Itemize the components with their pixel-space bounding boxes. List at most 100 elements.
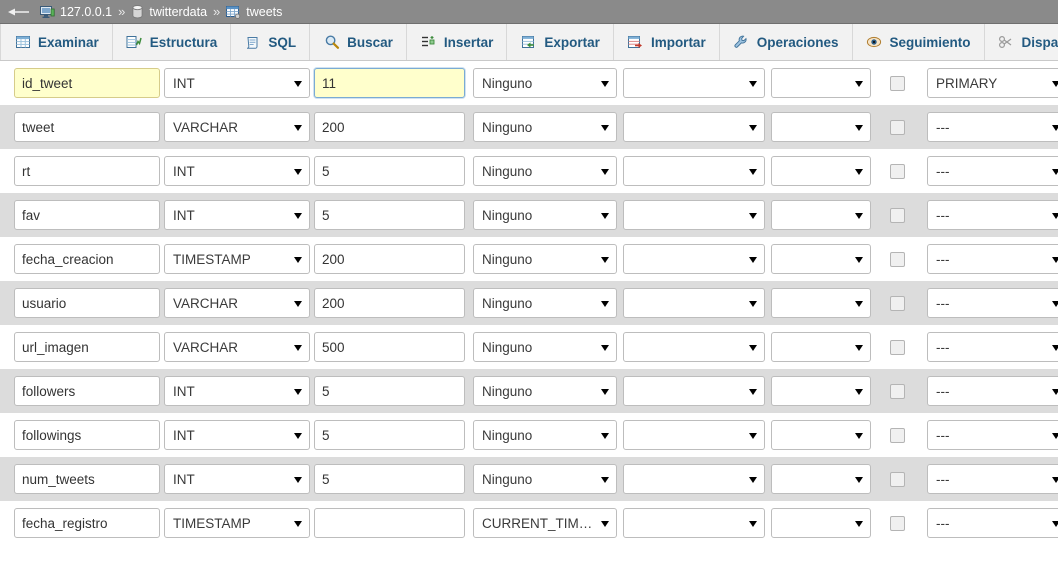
column-collation-select[interactable] [623,464,765,494]
column-null-checkbox[interactable] [889,207,905,223]
column-index-select[interactable]: --- [927,156,1058,186]
column-index-select[interactable]: --- [927,200,1058,230]
column-length-input[interactable] [314,508,465,538]
column-collation-select[interactable] [623,332,765,362]
column-name-input[interactable] [14,508,160,538]
column-default-select[interactable]: Ninguno [473,376,617,406]
column-index-select[interactable]: --- [927,332,1058,362]
column-null-checkbox[interactable] [889,119,905,135]
column-default-select[interactable]: Ninguno [473,288,617,318]
column-attributes-select[interactable] [771,420,871,450]
column-type-select[interactable]: INT [164,420,310,450]
column-attributes-select[interactable] [771,112,871,142]
column-length-input[interactable] [314,332,465,362]
column-length-input[interactable] [314,200,465,230]
column-collation-select[interactable] [623,420,765,450]
column-name-input[interactable] [14,376,160,406]
back-arrow-icon[interactable] [6,4,32,20]
column-length-input[interactable] [314,376,465,406]
column-collation-select[interactable] [623,288,765,318]
column-type-select[interactable]: VARCHAR [164,288,310,318]
column-null-checkbox[interactable] [889,471,905,487]
column-null-checkbox[interactable] [889,75,905,91]
column-name-input[interactable] [14,112,160,142]
column-null-checkbox[interactable] [889,295,905,311]
tab-estructura[interactable]: Estructura [112,24,232,60]
column-type-select[interactable]: INT [164,464,310,494]
column-index-select[interactable]: --- [927,508,1058,538]
column-attributes-select[interactable] [771,508,871,538]
column-length-input[interactable] [314,288,465,318]
column-default-select[interactable]: Ninguno [473,332,617,362]
tab-buscar[interactable]: Buscar [310,24,407,60]
column-index-select[interactable]: --- [927,376,1058,406]
column-length-input[interactable] [314,112,465,142]
column-null-checkbox[interactable] [889,339,905,355]
column-attributes-select[interactable] [771,464,871,494]
column-name-input[interactable] [14,200,160,230]
column-index-select[interactable]: --- [927,464,1058,494]
column-null-checkbox[interactable] [889,251,905,267]
column-default-select[interactable]: Ninguno [473,244,617,274]
column-attributes-select[interactable] [771,68,871,98]
column-type-select[interactable]: INT [164,156,310,186]
column-default-select[interactable]: Ninguno [473,68,617,98]
column-attributes-select[interactable] [771,332,871,362]
tab-disparadores[interactable]: Disparadores [984,24,1058,60]
tab-exportar[interactable]: Exportar [507,24,614,60]
column-null-checkbox[interactable] [889,427,905,443]
column-attributes-select[interactable] [771,156,871,186]
column-attributes-select[interactable] [771,376,871,406]
column-name-input[interactable] [14,464,160,494]
column-attributes-select[interactable] [771,288,871,318]
column-collation-select[interactable] [623,68,765,98]
column-default-select[interactable]: Ninguno [473,420,617,450]
column-name-input[interactable] [14,68,160,98]
column-length-input[interactable] [314,156,465,186]
breadcrumb-item-database[interactable]: twitterdata [131,5,207,19]
column-type-select[interactable]: INT [164,68,310,98]
column-null-checkbox[interactable] [889,163,905,179]
column-default-select[interactable]: Ninguno [473,112,617,142]
column-collation-select[interactable] [623,244,765,274]
column-attributes-select[interactable] [771,244,871,274]
column-default-select[interactable]: CURRENT_TIMESTAMP [473,508,617,538]
column-type-select[interactable]: INT [164,200,310,230]
column-type-select[interactable]: TIMESTAMP [164,508,310,538]
column-name-input[interactable] [14,420,160,450]
column-length-input[interactable] [314,420,465,450]
column-name-input[interactable] [14,332,160,362]
column-collation-select[interactable] [623,200,765,230]
breadcrumb-item-server[interactable]: 127.0.0.1 [40,5,112,19]
column-name-input[interactable] [14,156,160,186]
column-null-checkbox[interactable] [889,383,905,399]
tab-sql[interactable]: SQL [231,24,311,60]
breadcrumb-item-table[interactable]: tweets [226,5,282,19]
column-length-input[interactable] [314,68,465,98]
column-index-select[interactable]: --- [927,112,1058,142]
column-length-input[interactable] [314,244,465,274]
column-null-checkbox[interactable] [889,515,905,531]
tab-importar[interactable]: Importar [613,24,720,60]
tab-examinar[interactable]: Examinar [0,24,113,60]
tab-seguimiento[interactable]: Seguimiento [852,24,985,60]
column-type-select[interactable]: TIMESTAMP [164,244,310,274]
column-attributes-select[interactable] [771,200,871,230]
column-collation-select[interactable] [623,376,765,406]
column-collation-select[interactable] [623,156,765,186]
column-length-input[interactable] [314,464,465,494]
column-index-select[interactable]: --- [927,288,1058,318]
column-collation-select[interactable] [623,112,765,142]
column-index-select[interactable]: --- [927,244,1058,274]
column-index-select[interactable]: --- [927,420,1058,450]
column-collation-select[interactable] [623,508,765,538]
column-default-select[interactable]: Ninguno [473,156,617,186]
tab-operaciones[interactable]: Operaciones [719,24,853,60]
tab-insertar[interactable]: Insertar [406,24,508,60]
column-index-select[interactable]: PRIMARY [927,68,1058,98]
column-default-select[interactable]: Ninguno [473,464,617,494]
column-name-input[interactable] [14,244,160,274]
column-default-select[interactable]: Ninguno [473,200,617,230]
column-type-select[interactable]: VARCHAR [164,332,310,362]
column-name-input[interactable] [14,288,160,318]
